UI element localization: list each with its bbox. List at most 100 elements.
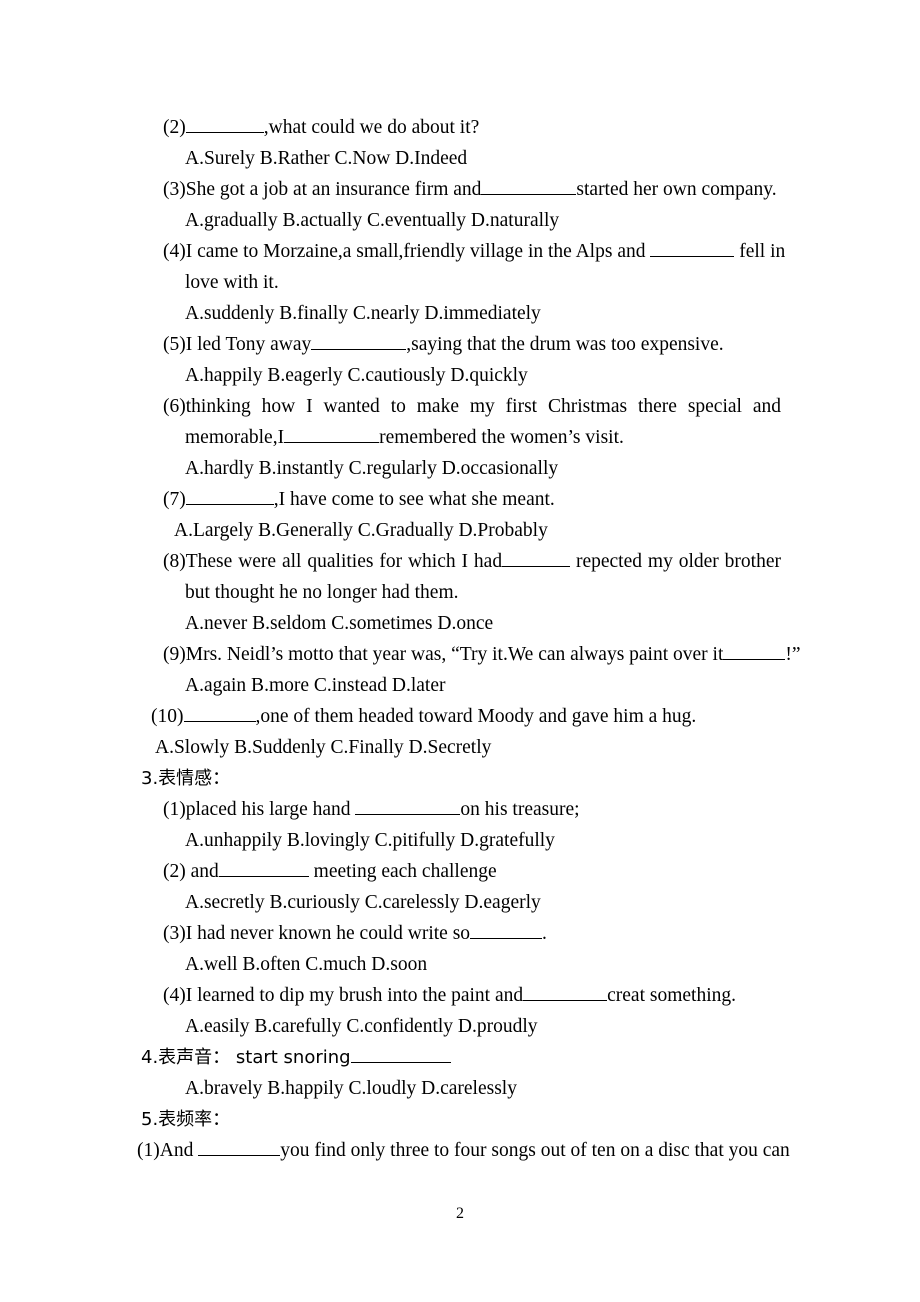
stem-head: (3)She got a job at an insurance firm an… (163, 179, 482, 200)
options-text: A.again B.more C.instead D.later (185, 675, 446, 696)
stem-tail: meeting each challenge (308, 861, 497, 882)
question-stem: (5)I led Tony away ,saying that the drum … (163, 329, 781, 360)
stem-tail: started her own company. (576, 179, 777, 200)
stem-head: (6)thinking how I wanted to make my firs… (163, 396, 781, 417)
answer-blank[interactable] (185, 114, 264, 133)
options-row: A.Largely B.Generally C.Gradually D.Prob… (174, 515, 781, 546)
section-heading: 4.表声音： start snoring (141, 1042, 781, 1073)
question-stem: (6)thinking how I wanted to make my firs… (163, 391, 781, 422)
options-row: A.unhappily B.lovingly C.pitifully D.gra… (185, 825, 781, 856)
stem-continuation: but thought he no longer had them. (185, 577, 781, 608)
options-row: A.hardly B.instantly C.regularly D.occas… (185, 453, 781, 484)
stem-text: but thought he no longer had them. (185, 582, 459, 603)
options-text: A.never B.seldom C.sometimes D.once (185, 613, 494, 634)
question-stem: (3)She got a job at an insurance firm an… (163, 174, 781, 205)
options-row: A.again B.more C.instead D.later (185, 670, 781, 701)
stem-tail: ,I have come to see what she meant. (273, 489, 555, 510)
stem-head: (4)I learned to dip my brush into the pa… (163, 985, 524, 1006)
stem-tail: ,saying that the drum was too expensive. (406, 334, 724, 355)
answer-blank[interactable] (198, 1137, 281, 1156)
section-heading-label: 4.表声音： start snoring (141, 1047, 351, 1068)
answer-blank[interactable] (355, 796, 461, 815)
stem-tail: creat something. (607, 985, 736, 1006)
stem-text: love with it. (185, 272, 279, 293)
stem-head: (2) and (163, 861, 219, 882)
options-row: A.Surely B.Rather C.Now D.Indeed (185, 143, 781, 174)
question-stem: (7) ,I have come to see what she meant. (163, 484, 781, 515)
options-row: A.Slowly B.Suddenly C.Finally D.Secretly (155, 732, 781, 763)
stem-continuation: love with it. (185, 267, 781, 298)
options-row: A.suddenly B.finally C.nearly D.immediat… (185, 298, 781, 329)
worksheet-page: (2) ,what could we do about it? A.Surely B… (0, 0, 920, 1302)
stem-head: (7) (163, 489, 186, 510)
question-stem: (9)Mrs. Neidl’s motto that year was, “Tr… (163, 639, 801, 670)
options-row: A.gradually B.actually C.eventually D.na… (185, 205, 781, 236)
answer-blank[interactable] (284, 424, 380, 443)
stem-tail: remembered the women’s visit. (379, 427, 624, 448)
stem-head: memorable,I (185, 427, 285, 448)
question-stem: (8)These were all qualities for which I … (163, 546, 781, 577)
answer-blank[interactable] (470, 920, 543, 939)
question-stem: (2) and meeting each challenge (163, 856, 781, 887)
options-row: A.never B.seldom C.sometimes D.once (185, 608, 781, 639)
stem-head: (1)placed his large hand (163, 799, 356, 820)
section-heading-label: 3.表情感： (141, 768, 231, 789)
stem-tail: !” (785, 644, 801, 665)
options-row: A.easily B.carefully C.confidently D.pro… (185, 1011, 781, 1042)
answer-blank[interactable] (481, 176, 577, 195)
stem-tail: fell in (734, 241, 786, 262)
options-text: A.gradually B.actually C.eventually D.na… (185, 210, 560, 231)
question-content: (2) ,what could we do about it? A.Surely B… (137, 112, 801, 1166)
stem-continuation: memorable,I remembered the women’s visit. (185, 422, 781, 453)
options-text: A.secretly B.curiously C.carelessly D.ea… (185, 892, 541, 913)
options-row: A.secretly B.curiously C.carelessly D.ea… (185, 887, 781, 918)
options-row: A.happily B.eagerly C.cautiously D.quick… (185, 360, 781, 391)
stem-head: (2) (163, 117, 186, 138)
stem-tail: on his treasure; (460, 799, 580, 820)
options-text: A.hardly B.instantly C.regularly D.occas… (185, 458, 559, 479)
answer-blank[interactable] (311, 331, 407, 350)
question-stem: (1)And you find only three to four songs… (137, 1135, 790, 1166)
answer-blank[interactable] (502, 548, 571, 567)
stem-head: (4)I came to Morzaine,a small,friendly v… (163, 241, 651, 262)
question-stem: (4)I came to Morzaine,a small,friendly v… (163, 236, 803, 267)
question-stem: (4)I learned to dip my brush into the pa… (163, 980, 781, 1011)
question-stem: (2) ,what could we do about it? (163, 112, 781, 143)
options-text: A.Slowly B.Suddenly C.Finally D.Secretly (155, 737, 492, 758)
section-heading-label: 5.表频率： (141, 1109, 231, 1130)
stem-tail: ,what could we do about it? (263, 117, 480, 138)
options-text: A.easily B.carefully C.confidently D.pro… (185, 1016, 538, 1037)
stem-tail: ,one of them headed toward Moody and gav… (255, 706, 697, 727)
stem-head: (8)These were all qualities for which I … (163, 551, 503, 572)
question-stem: (3)I had never known he could write so. (163, 918, 781, 949)
question-stem: (10) ,one of them headed toward Moody and… (151, 701, 781, 732)
stem-tail: repected my older brother (570, 551, 781, 572)
answer-blank[interactable] (218, 858, 309, 877)
stem-head: (5)I led Tony away (163, 334, 312, 355)
options-text: A.Surely B.Rather C.Now D.Indeed (185, 148, 468, 169)
answer-blank[interactable] (523, 982, 608, 1001)
answer-blank[interactable] (350, 1044, 451, 1063)
question-stem: (1)placed his large hand on his treasure… (163, 794, 781, 825)
stem-head: (9)Mrs. Neidl’s motto that year was, “Tr… (163, 644, 724, 665)
options-row: A.bravely B.happily C.loudly D.carelessl… (185, 1073, 781, 1104)
stem-head: (10) (151, 706, 184, 727)
stem-head: (1)And (137, 1140, 199, 1161)
section-heading: 3.表情感： (141, 763, 781, 794)
options-text: A.happily B.eagerly C.cautiously D.quick… (185, 365, 528, 386)
options-text: A.well B.often C.much D.soon (185, 954, 428, 975)
answer-blank[interactable] (650, 238, 735, 257)
options-text: A.Largely B.Generally C.Gradually D.Prob… (174, 520, 548, 541)
options-text: A.suddenly B.finally C.nearly D.immediat… (185, 303, 541, 324)
answer-blank[interactable] (185, 486, 274, 505)
page-number: 2 (456, 1205, 464, 1222)
stem-tail: . (542, 923, 547, 944)
stem-head: (3)I had never known he could write so (163, 923, 471, 944)
options-text: A.unhappily B.lovingly C.pitifully D.gra… (185, 830, 555, 851)
answer-blank[interactable] (723, 641, 786, 660)
answer-blank[interactable] (183, 703, 256, 722)
options-text: A.bravely B.happily C.loudly D.carelessl… (185, 1078, 517, 1099)
section-heading: 5.表频率： (141, 1104, 781, 1135)
options-row: A.well B.often C.much D.soon (185, 949, 781, 980)
stem-tail: you find only three to four songs out of… (280, 1140, 790, 1161)
